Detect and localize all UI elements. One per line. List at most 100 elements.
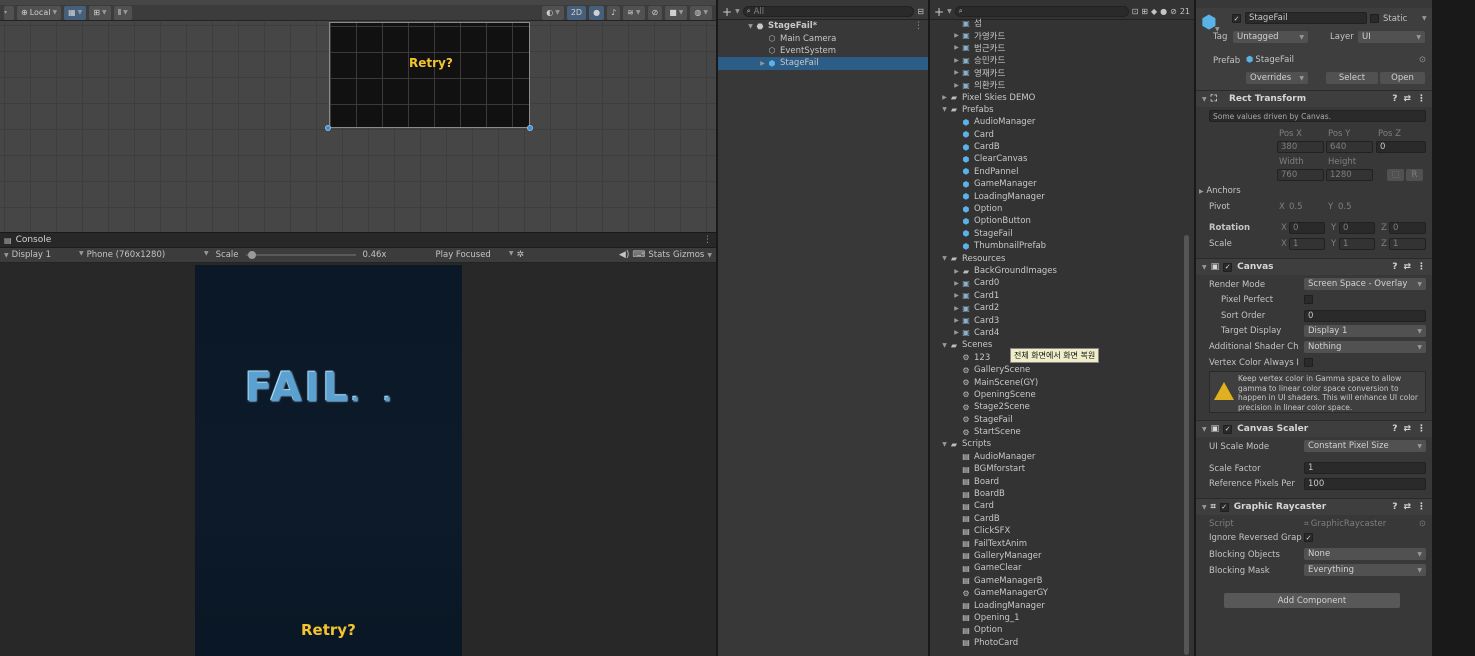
- foldout-arrow-icon[interactable]: ▶: [952, 317, 961, 324]
- visibility-toggle[interactable]: ⊘: [647, 5, 663, 20]
- tree-item[interactable]: ▼ ▰ Scripts: [930, 438, 1182, 450]
- shader-channels-dropdown[interactable]: Nothing ▼: [1304, 341, 1426, 353]
- foldout-arrow-icon[interactable]: ▶: [952, 292, 961, 299]
- search-by-type-icon[interactable]: ⊡: [1132, 7, 1139, 16]
- stats-button[interactable]: Stats: [648, 250, 670, 260]
- scale-factor-field[interactable]: 1: [1304, 462, 1426, 474]
- tree-item[interactable]: ▤ GameClear: [930, 562, 1182, 574]
- canvas-scaler-header[interactable]: ▼ ▣ ✓ Canvas Scaler ? ⇄ ⋮: [1196, 420, 1432, 437]
- rect-handle-bl[interactable]: [325, 125, 331, 131]
- ignore-reversed-checkbox[interactable]: ✓: [1304, 533, 1313, 542]
- pos-y-field[interactable]: 640: [1326, 141, 1373, 153]
- tree-item[interactable]: ▶ ▣ 범근카드: [930, 42, 1182, 54]
- expanded-arrow-icon[interactable]: ▼: [940, 255, 949, 262]
- effects-toggle[interactable]: ≋ ▼: [623, 5, 645, 20]
- prefab-field[interactable]: ⬢ StageFail ⊙: [1246, 54, 1426, 66]
- object-name-input[interactable]: StageFail: [1245, 12, 1367, 24]
- tree-item[interactable]: ▼ ▰ Resources: [930, 252, 1182, 264]
- foldout-arrow-icon[interactable]: ▶: [952, 44, 961, 51]
- tree-item[interactable]: ⬢ EndPannel: [930, 166, 1182, 178]
- tree-item[interactable]: ⚙ GalleryScene: [930, 364, 1182, 376]
- canvas-header[interactable]: ▼ ▣ ✓ Canvas ? ⇄ ⋮: [1196, 258, 1432, 275]
- help-icon[interactable]: ?: [1392, 94, 1397, 104]
- filter-icon[interactable]: ⊞: [1141, 7, 1148, 16]
- tree-item[interactable]: ▤ CardB: [930, 513, 1182, 525]
- panel-menu-icon[interactable]: ⋮: [703, 235, 712, 245]
- script-field[interactable]: ⌗ GraphicRaycaster ⊙: [1304, 519, 1426, 529]
- help-icon[interactable]: ?: [1392, 502, 1397, 512]
- preset-icon[interactable]: ⇄: [1403, 424, 1411, 434]
- foldout-arrow-icon[interactable]: ▶: [952, 280, 961, 287]
- tree-item[interactable]: ▤ Card: [930, 500, 1182, 512]
- pivot-y-field[interactable]: 0.5: [1338, 202, 1352, 212]
- foldout-arrow-icon[interactable]: ▶: [952, 32, 961, 39]
- pivot-x-field[interactable]: 0.5: [1289, 202, 1303, 212]
- tree-item[interactable]: ▶ ▣ Card2: [930, 302, 1182, 314]
- camera-button[interactable]: ■ ▼: [665, 5, 688, 20]
- hierarchy-search-input[interactable]: ⌕ All: [742, 6, 915, 17]
- shading-mode-button[interactable]: ◐ ▼: [542, 5, 564, 20]
- tree-item[interactable]: ▶ ▣ Card4: [930, 327, 1182, 339]
- scale-slider[interactable]: [245, 250, 356, 260]
- tree-item[interactable]: ⬡ Main Camera: [718, 32, 928, 44]
- tree-item[interactable]: ▣ 섬: [930, 17, 1182, 30]
- raycaster-enabled-checkbox[interactable]: ✓: [1219, 502, 1229, 512]
- canvas-scaler-enabled-checkbox[interactable]: ✓: [1223, 424, 1233, 434]
- gizmos-button[interactable]: Gizmos: [673, 250, 704, 260]
- tree-item[interactable]: ▤ PhotoCard: [930, 637, 1182, 649]
- create-plus-button[interactable]: +: [722, 5, 732, 19]
- reference-pixels-field[interactable]: 100: [1304, 478, 1426, 490]
- pivot-mode-dropdown[interactable]: ⊕ Local ▼: [17, 5, 62, 20]
- component-menu-icon[interactable]: ⋮: [1417, 94, 1426, 104]
- foldout-arrow-icon[interactable]: ▶: [940, 94, 949, 101]
- tree-item[interactable]: ⚙ MainScene(GY): [930, 376, 1182, 388]
- tree-item[interactable]: ⚙ Stage2Scene: [930, 401, 1182, 413]
- canvas-enabled-checkbox[interactable]: ✓: [1223, 262, 1233, 272]
- game-retry-text[interactable]: Retry?: [301, 621, 356, 639]
- rotation-z-field[interactable]: 0: [1389, 222, 1426, 234]
- tree-item[interactable]: ⬢ AudioManager: [930, 116, 1182, 128]
- select-button[interactable]: Select: [1326, 72, 1378, 84]
- increment-snap-button[interactable]: ⊞ ▼: [89, 5, 111, 20]
- lighting-toggle[interactable]: ●: [589, 5, 605, 20]
- audio-toggle[interactable]: ♪: [607, 5, 621, 20]
- height-field[interactable]: 1280: [1326, 169, 1373, 181]
- game-view-dropdown-arrow[interactable]: ▼: [4, 252, 9, 259]
- tree-item[interactable]: ⬢ OptionButton: [930, 215, 1182, 227]
- tree-item[interactable]: ▶ ▣ Card0: [930, 277, 1182, 289]
- tree-item[interactable]: ⬢ Card: [930, 129, 1182, 141]
- anchors-foldout[interactable]: ▶ Anchors: [1199, 186, 1241, 196]
- tree-item[interactable]: ⬢ Option: [930, 203, 1182, 215]
- gizmos-dropdown[interactable]: ▼: [707, 252, 712, 259]
- project-scrollbar[interactable]: [1184, 235, 1189, 655]
- tree-item[interactable]: ⬢ ClearCanvas: [930, 153, 1182, 165]
- tree-item[interactable]: ▤ BoardB: [930, 488, 1182, 500]
- tree-item[interactable]: ▤ BGMforstart: [930, 463, 1182, 475]
- tree-item[interactable]: ▤ FailTextAnim: [930, 537, 1182, 549]
- foldout-arrow-icon[interactable]: ▶: [952, 82, 961, 89]
- canvas-rect[interactable]: Retry?: [329, 22, 530, 128]
- target-display-dropdown[interactable]: Display 1 ▼: [1304, 325, 1426, 337]
- tree-item[interactable]: ▤ Board: [930, 475, 1182, 487]
- scale-z-field[interactable]: 1: [1389, 238, 1426, 250]
- tree-item[interactable]: ▶ ▣ Card1: [930, 290, 1182, 302]
- tree-item[interactable]: ⚙ OpeningScene: [930, 389, 1182, 401]
- tree-item[interactable]: ▤ LoadingManager: [930, 599, 1182, 611]
- pixel-perfect-checkbox[interactable]: [1304, 295, 1313, 304]
- tree-item[interactable]: ▶ ▣ 가영카드: [930, 29, 1182, 42]
- layer-dropdown[interactable]: UI ▼: [1358, 31, 1425, 43]
- scene-visibility-icon[interactable]: ⊟: [917, 7, 924, 16]
- foldout-arrow-icon[interactable]: ▶: [952, 305, 961, 312]
- gizmos-scene-button[interactable]: ◍ ▼: [690, 5, 712, 20]
- expanded-arrow-icon[interactable]: ▼: [940, 441, 949, 448]
- target-icon[interactable]: ⊙: [1419, 55, 1426, 65]
- render-mode-dropdown[interactable]: Screen Space - Overlay ▼: [1304, 278, 1426, 290]
- width-field[interactable]: 760: [1277, 169, 1324, 181]
- tree-item[interactable]: ▶ ▣ Card3: [930, 314, 1182, 326]
- keyboard-icon[interactable]: ⌨: [632, 250, 645, 260]
- tree-item[interactable]: ⬢ CardB: [930, 141, 1182, 153]
- label-tag-icon[interactable]: ◆: [1151, 7, 1157, 16]
- scene-retry-text[interactable]: Retry?: [409, 56, 453, 70]
- foldout-arrow-icon[interactable]: ▶: [758, 60, 767, 67]
- tree-item[interactable]: ⚙ StageFail: [930, 414, 1182, 426]
